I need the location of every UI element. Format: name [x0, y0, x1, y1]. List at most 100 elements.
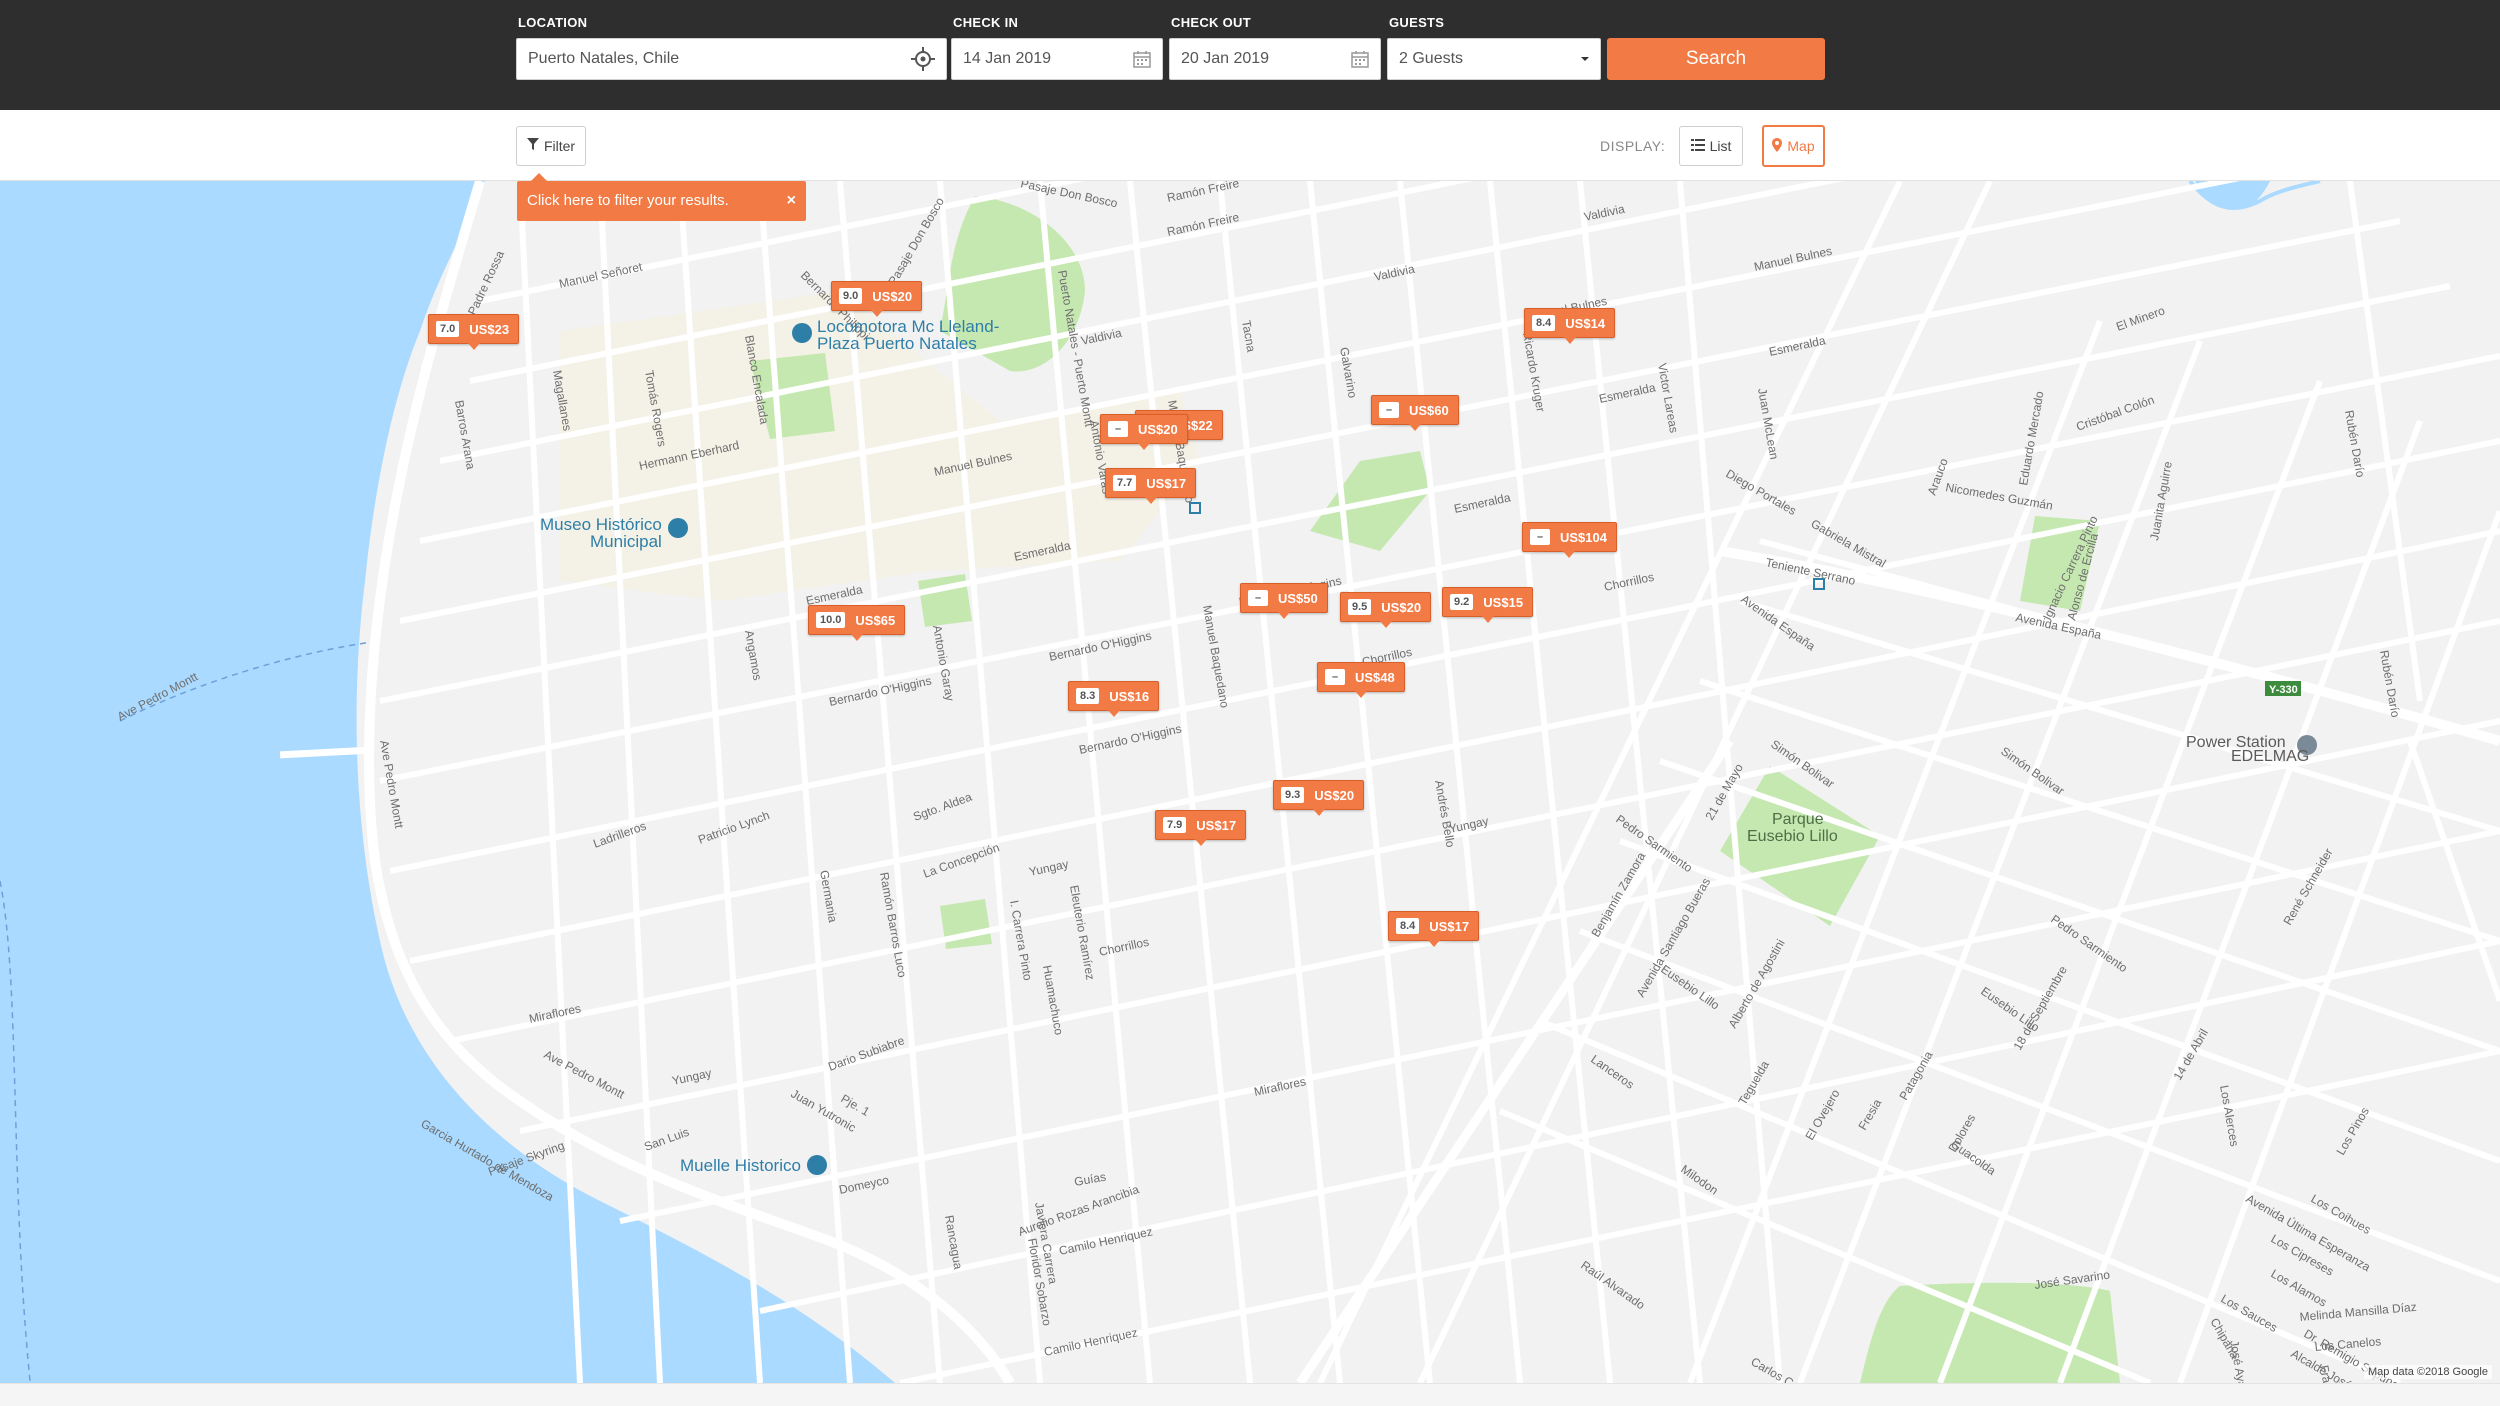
- poi-muelle[interactable]: Muelle Historico: [680, 1155, 827, 1175]
- street-label: Patricio Lynch: [696, 808, 771, 847]
- price-label: US$17: [1196, 817, 1237, 833]
- street-label: Esmeralda: [1453, 490, 1512, 516]
- price-label: US$14: [1565, 315, 1606, 331]
- caret-down-icon: [1580, 39, 1590, 79]
- street-label: Yungay: [1028, 857, 1070, 879]
- park-label: Parque: [1772, 811, 1824, 828]
- filter-label: Filter: [543, 138, 576, 154]
- map-pin-icon: [1772, 137, 1783, 155]
- checkout-input[interactable]: 20 Jan 2019: [1169, 38, 1381, 80]
- price-label: US$20: [872, 288, 913, 304]
- location-input[interactable]: Puerto Natales, Chile: [516, 38, 947, 80]
- price-label: US$48: [1355, 669, 1395, 685]
- guests-select[interactable]: 2 Guests: [1387, 38, 1601, 80]
- price-marker[interactable]: – US$20: [1100, 414, 1188, 450]
- results-map[interactable]: Y-330 Pasaje Don Bosco Ramón Freire Ramón …: [0, 181, 2500, 1383]
- checkin-input[interactable]: 14 Jan 2019: [951, 38, 1163, 80]
- street-label: El Ovejero: [1802, 1087, 1842, 1143]
- rating-badge: –: [1108, 421, 1128, 437]
- rating-badge: 9.5: [1348, 599, 1372, 615]
- price-marker[interactable]: 8.4 US$14: [1524, 308, 1616, 344]
- list-label: List: [1709, 138, 1732, 154]
- price-label: US$20: [1138, 421, 1178, 437]
- close-icon[interactable]: ×: [787, 181, 796, 221]
- museum-icon: [668, 518, 688, 538]
- street-label: Ramón Freire: [1166, 181, 1241, 205]
- price-marker[interactable]: 10.0 US$65: [808, 605, 906, 641]
- poi-label: Muelle Historico: [680, 1156, 801, 1175]
- price-label: US$23: [469, 321, 510, 337]
- price-marker[interactable]: 9.0 US$20: [831, 281, 923, 317]
- street-label: Guías: [1073, 1170, 1107, 1189]
- guests-label: GUESTS: [1389, 15, 1445, 30]
- rating-badge: –: [1379, 402, 1399, 418]
- street-label: Chorrillos: [1098, 935, 1150, 959]
- street-label: Huamachuco: [1040, 964, 1066, 1036]
- rating-badge: 7.9: [1163, 817, 1187, 833]
- poi-label: Municipal: [590, 532, 662, 551]
- price-label: US$60: [1409, 402, 1449, 418]
- street-label: Pasaje Don Bosco: [885, 195, 947, 288]
- price-label: US$17: [1146, 475, 1187, 491]
- price-label: US$17: [1429, 918, 1470, 934]
- price-marker[interactable]: 7.9 US$17: [1155, 810, 1247, 846]
- price-marker[interactable]: 9.5 US$20: [1340, 592, 1432, 628]
- street-label: Rubén Darío: [2342, 409, 2368, 479]
- poi-label: Plaza Puerto Natales: [817, 334, 977, 353]
- location-label: LOCATION: [518, 15, 588, 30]
- street-label: Germania: [817, 869, 840, 924]
- street-label: Camilo Henriquez: [1043, 1325, 1139, 1359]
- price-marker[interactable]: 7.0 US$23: [428, 314, 520, 350]
- price-marker[interactable]: 7.7 US$17: [1105, 468, 1197, 504]
- street-label: Raúl Alvarado: [1578, 1258, 1647, 1313]
- street-label: Pasaje Don Bosco: [1019, 181, 1119, 211]
- rating-badge: 8.3: [1076, 688, 1100, 704]
- street-label: Ave Pedro Montt: [377, 739, 406, 830]
- price-marker[interactable]: 9.2 US$15: [1442, 587, 1534, 623]
- checkout-value: 20 Jan 2019: [1181, 50, 1270, 67]
- street-label: Manuel Señoret: [558, 259, 644, 290]
- list-view-button[interactable]: List: [1679, 126, 1743, 166]
- guests-value: 2 Guests: [1399, 50, 1464, 67]
- price-marker[interactable]: – US$104: [1522, 522, 1617, 558]
- street-label: Tacna: [1239, 319, 1258, 353]
- price-marker[interactable]: 9.3 US$20: [1273, 780, 1365, 816]
- rating-badge: 10.0: [816, 612, 846, 628]
- street-label: Los Pinos: [2333, 1105, 2371, 1158]
- street-label: El Minero: [2114, 303, 2167, 334]
- price-marker[interactable]: – US$50: [1240, 583, 1328, 619]
- search-bar: LOCATION Puerto Natales, Chile CHECK IN …: [0, 0, 2500, 110]
- rating-badge: –: [1325, 669, 1345, 685]
- street-label: Miraflores: [1253, 1074, 1307, 1099]
- map-view-button[interactable]: Map: [1762, 125, 1825, 167]
- checkout-label: CHECK OUT: [1171, 15, 1251, 30]
- street-label: Padre Rossa: [465, 248, 507, 317]
- filter-tooltip[interactable]: Click here to filter your results. ×: [517, 173, 806, 221]
- search-button[interactable]: Search: [1607, 38, 1825, 80]
- price-marker[interactable]: – US$60: [1371, 395, 1459, 431]
- street-label: Chorrillos: [1603, 570, 1655, 594]
- poi-power-station[interactable]: Power Station EDELMAG: [2186, 734, 2317, 765]
- poi-label: EDELMAG: [2231, 748, 2309, 765]
- map-attribution: Map data ©2018 Google: [2363, 1365, 2492, 1379]
- calendar-icon: [1132, 39, 1152, 79]
- rating-badge: 9.0: [839, 288, 863, 304]
- street-label: Rancagua: [942, 1214, 965, 1271]
- price-marker[interactable]: 8.4 US$17: [1388, 911, 1480, 947]
- price-marker[interactable]: 8.3 US$16: [1068, 681, 1160, 717]
- rating-badge: 9.2: [1450, 594, 1474, 610]
- poi-locomotora[interactable]: Locomotora Mc Lleland- Plaza Puerto Nata…: [792, 317, 999, 353]
- location-value: Puerto Natales, Chile: [528, 50, 680, 67]
- street-label: I. Carrera Pinto: [1007, 899, 1035, 982]
- map-canvas: Y-330 Pasaje Don Bosco Ramón FreireRamón …: [0, 181, 2500, 1383]
- street-label: Los Alerces: [2217, 1084, 2242, 1148]
- price-label: US$20: [1381, 599, 1422, 615]
- tooltip-text: Click here to filter your results.: [527, 192, 729, 209]
- crosshair-icon[interactable]: [910, 39, 936, 79]
- filter-button[interactable]: Filter: [516, 126, 586, 166]
- results-toolbar: Filter DISPLAY: List Map: [0, 110, 2500, 181]
- checkin-label: CHECK IN: [953, 15, 1019, 30]
- street-label: Ave Pedro Montt: [542, 1047, 628, 1102]
- rating-badge: –: [1530, 529, 1550, 545]
- price-marker[interactable]: – US$48: [1317, 662, 1405, 698]
